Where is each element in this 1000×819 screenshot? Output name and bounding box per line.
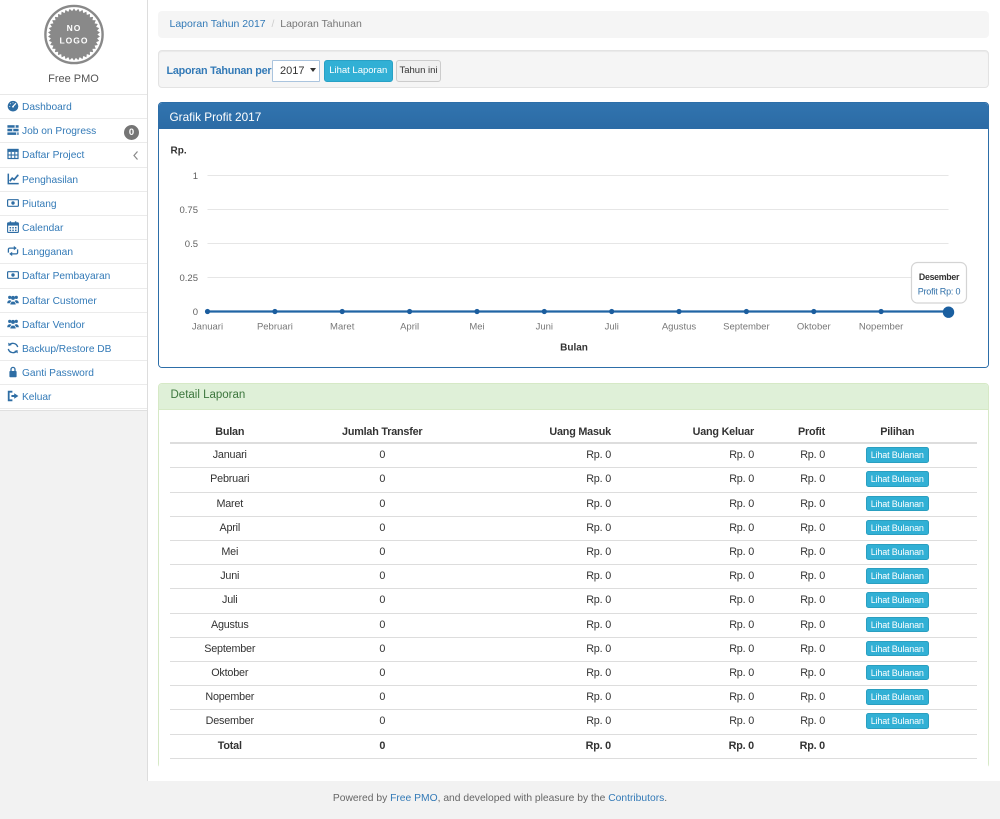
svg-text:0.25: 0.25 [179, 273, 198, 284]
svg-text:NO: NO [67, 23, 82, 33]
svg-text:Bulan: Bulan [560, 343, 588, 354]
svg-text:April: April [400, 321, 419, 332]
svg-text:Agustus: Agustus [661, 321, 696, 332]
svg-text:Profit Rp: 0: Profit Rp: 0 [917, 287, 960, 297]
svg-text:Oktober: Oktober [796, 321, 830, 332]
svg-text:Pebruari: Pebruari [256, 321, 292, 332]
svg-text:Nopember: Nopember [858, 321, 902, 332]
svg-text:Desember: Desember [918, 272, 959, 282]
svg-text:0: 0 [192, 307, 197, 318]
svg-text:Juli: Juli [604, 321, 618, 332]
svg-text:Juni: Juni [535, 321, 552, 332]
svg-text:0.5: 0.5 [184, 239, 197, 250]
svg-text:Maret: Maret [330, 321, 355, 332]
svg-text:1: 1 [192, 171, 197, 182]
svg-text:Rp.: Rp. [170, 146, 186, 157]
svg-text:September: September [723, 321, 769, 332]
svg-text:0.75: 0.75 [179, 205, 198, 216]
svg-text:Januari: Januari [191, 321, 222, 332]
svg-text:Mei: Mei [469, 321, 484, 332]
svg-text:LOGO: LOGO [59, 36, 88, 46]
